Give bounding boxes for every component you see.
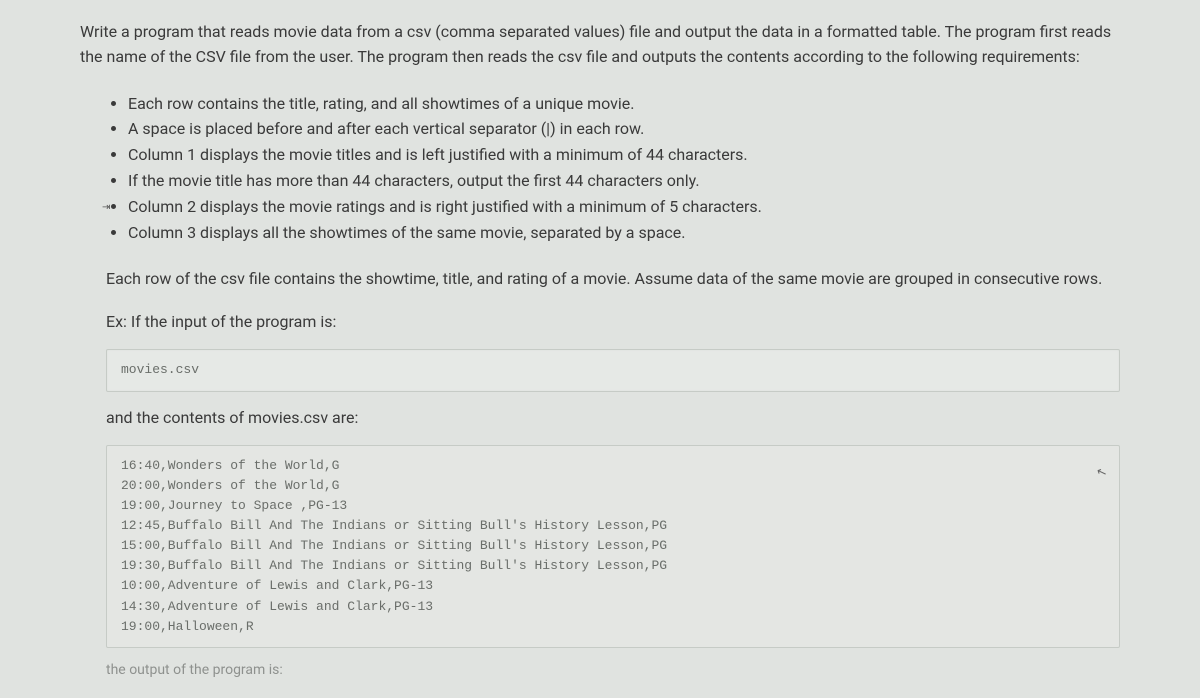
list-item: Column 3 displays all the showtimes of t…: [128, 221, 1120, 246]
contents-label: and the contents of movies.csv are:: [106, 406, 1120, 431]
requirements-list: Each row contains the title, rating, and…: [128, 92, 1120, 246]
input-code-block: movies.csv: [106, 349, 1120, 392]
truncated-output-label: the output of the program is:: [106, 662, 1120, 678]
example-label: Ex: If the input of the program is:: [106, 310, 1120, 335]
list-item: Each row contains the title, rating, and…: [128, 92, 1120, 117]
list-item: Column 1 displays the movie titles and i…: [128, 143, 1120, 168]
problem-intro: Write a program that reads movie data fr…: [80, 20, 1120, 70]
cursor-icon: ↖: [1094, 462, 1110, 483]
csv-code-block: 16:40,Wonders of the World,G 20:00,Wonde…: [106, 445, 1120, 648]
list-item: ⇥Column 2 displays the movie ratings and…: [128, 195, 1120, 220]
list-item: A space is placed before and after each …: [128, 117, 1120, 142]
csv-description: Each row of the csv file contains the sh…: [106, 267, 1120, 292]
list-item: If the movie title has more than 44 char…: [128, 169, 1120, 194]
margin-marker-icon: ⇥: [102, 200, 114, 216]
list-item-text: Column 2 displays the movie ratings and …: [128, 197, 762, 216]
